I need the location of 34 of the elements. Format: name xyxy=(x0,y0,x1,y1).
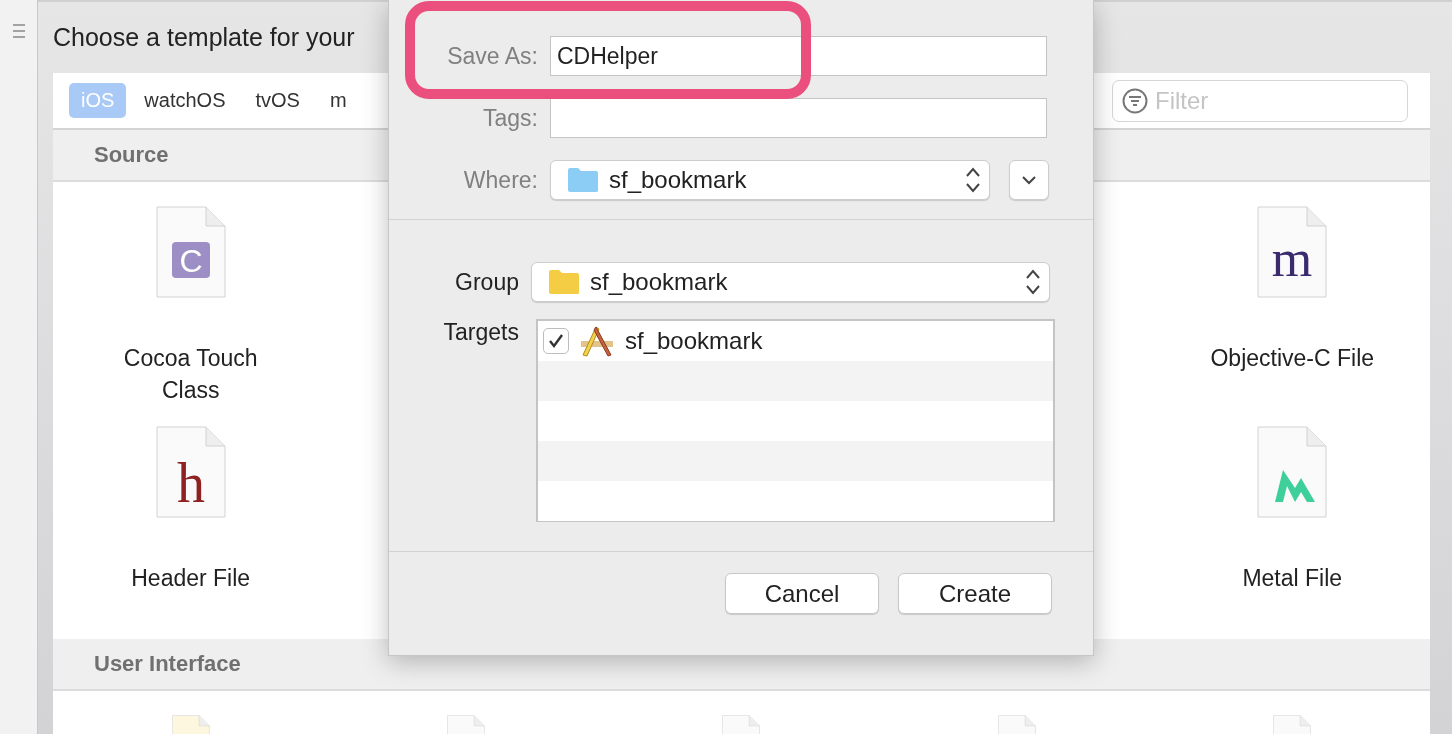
filter-field[interactable]: Filter xyxy=(1112,79,1408,122)
field-label: Targets xyxy=(442,319,519,346)
checkbox[interactable] xyxy=(543,328,569,354)
chevron-down-icon xyxy=(1022,175,1036,185)
tags-field[interactable] xyxy=(550,98,1047,138)
expand-button[interactable] xyxy=(1009,160,1049,200)
platform-tab[interactable]: m xyxy=(317,83,359,118)
folder-icon xyxy=(548,269,580,295)
target-name: sf_bookmark xyxy=(625,327,763,355)
file-icon: C xyxy=(155,206,226,298)
field-label: Tags: xyxy=(482,104,538,132)
stepper-arrows-icon xyxy=(965,166,981,194)
folder-icon xyxy=(567,167,599,193)
name-field[interactable]: CDHelper xyxy=(550,36,1047,76)
group-popup[interactable]: sf_bookmark xyxy=(531,262,1050,302)
platform-tab[interactable]: tvOS xyxy=(243,83,312,118)
file-icon: m xyxy=(1257,206,1328,298)
file-icon xyxy=(1257,426,1328,518)
template-label: Header File xyxy=(130,564,252,593)
stepper-arrows-icon xyxy=(1025,268,1041,296)
template-label: Metal File xyxy=(1241,564,1344,593)
platform-tab[interactable]: watchOS xyxy=(132,83,238,118)
template-label: Cocoa Touch Class xyxy=(122,344,259,405)
field-label: Group xyxy=(454,268,519,296)
window-title: Choose a template for your xyxy=(53,22,355,53)
dialog-button[interactable]: Cancel xyxy=(725,573,879,614)
filter-icon xyxy=(1122,87,1148,114)
checkmark-icon xyxy=(548,334,564,348)
where-popup[interactable]: sf_bookmark xyxy=(550,160,990,200)
file-icon: h xyxy=(155,426,226,518)
template-label: Objective-C File xyxy=(1209,344,1376,373)
app-icon xyxy=(579,325,615,357)
field-label: Save As: xyxy=(446,42,538,70)
dialog-button[interactable]: Create xyxy=(898,573,1052,614)
